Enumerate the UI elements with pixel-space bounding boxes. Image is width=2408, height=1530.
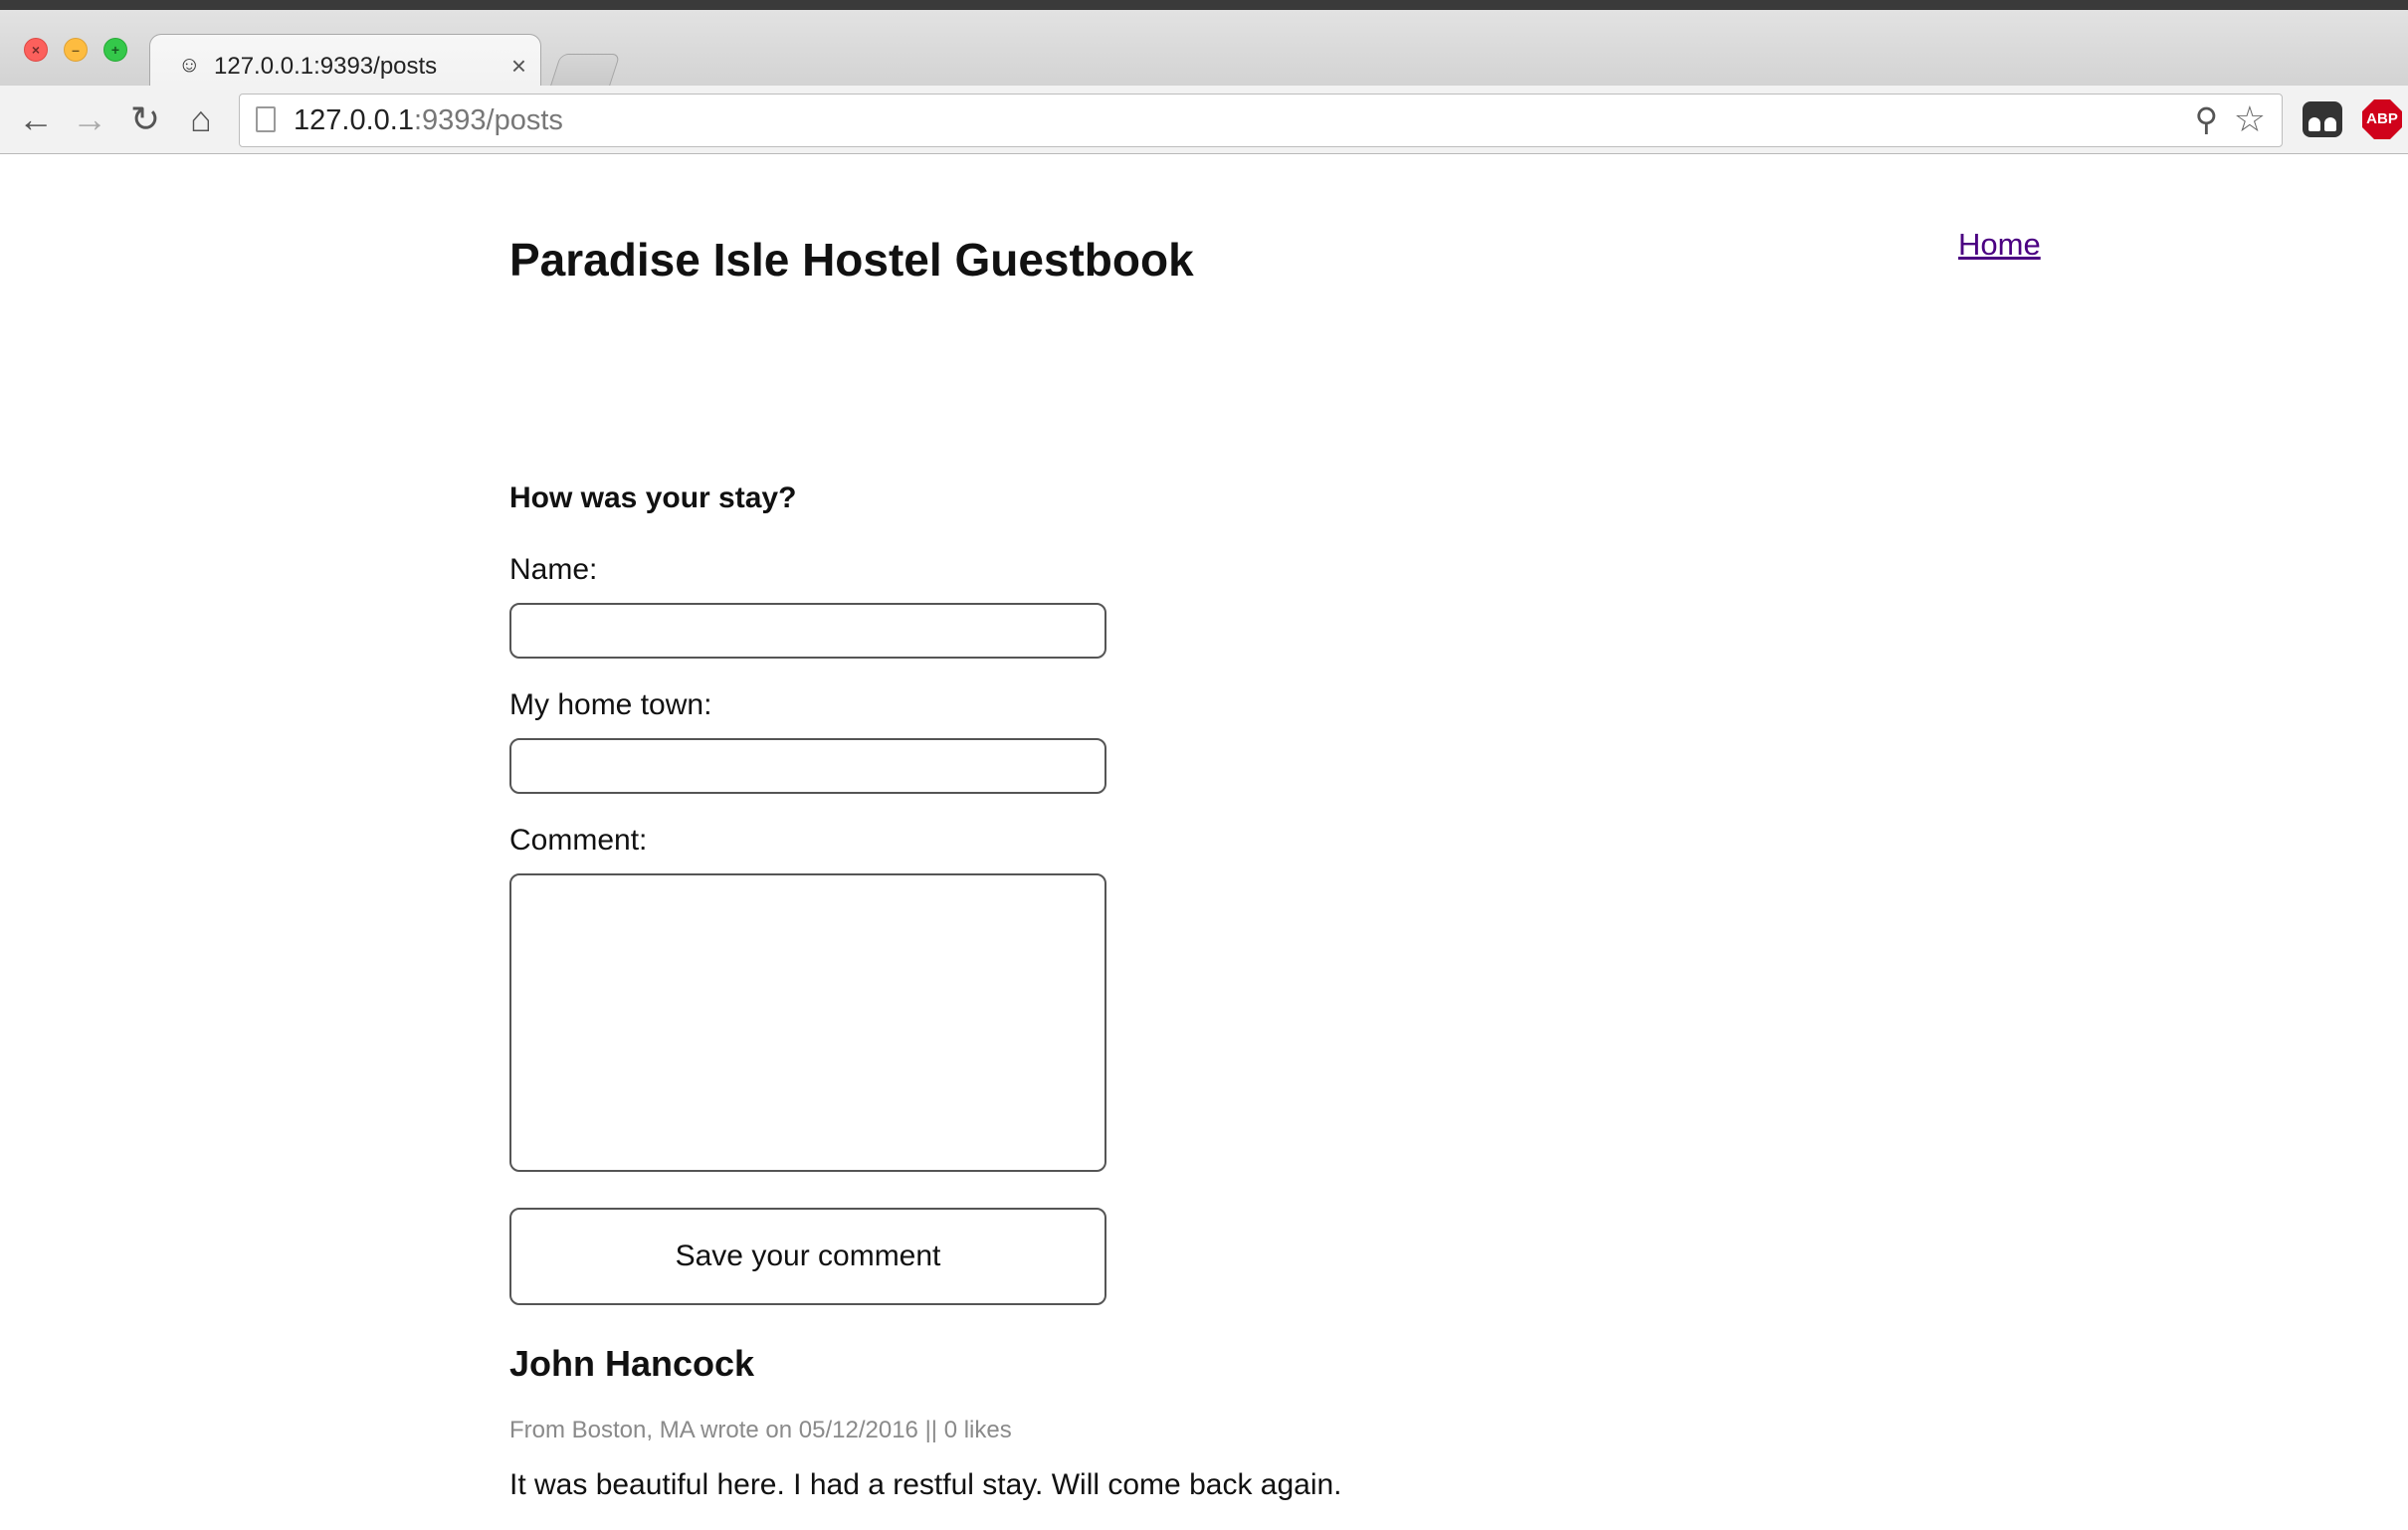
hometown-input[interactable] <box>509 738 1106 794</box>
menu-bar-edge <box>0 0 2408 10</box>
favicon-icon: ☺ <box>178 52 201 77</box>
url-path: :9393/posts <box>413 104 563 136</box>
page-title: Paradise Isle Hostel Guestbook <box>509 234 1194 286</box>
hometown-label: My home town: <box>509 688 712 721</box>
comment-label: Comment: <box>509 824 648 857</box>
name-label: Name: <box>509 553 598 586</box>
close-window-icon[interactable]: × <box>24 38 48 62</box>
name-input[interactable] <box>509 603 1106 659</box>
address-url[interactable]: 127.0.0.1:9393/posts <box>294 104 563 137</box>
home-link[interactable]: Home <box>1958 227 2041 263</box>
adblock-icon[interactable]: ABP <box>2362 99 2402 139</box>
reload-icon[interactable]: ↻ <box>125 99 165 139</box>
tab-title: 127.0.0.1:9393/posts <box>214 53 438 80</box>
save-comment-button[interactable]: Save your comment <box>509 1208 1106 1305</box>
home-icon[interactable]: ⌂ <box>181 99 221 139</box>
post-meta: From Boston, MA wrote on 05/12/2016 || 0… <box>509 1417 1012 1443</box>
address-bar[interactable]: 127.0.0.1:9393/posts ⚲ ☆ <box>239 94 2283 147</box>
tab-strip: × – + ☺ 127.0.0.1:9393/posts × <box>0 10 2408 96</box>
ghostery-icon[interactable] <box>2303 101 2342 137</box>
page-content: Paradise Isle Hostel Guestbook Home How … <box>0 153 2408 1530</box>
back-icon[interactable]: ← <box>16 99 56 139</box>
forward-icon[interactable]: → <box>70 99 109 139</box>
browser-toolbar: ← → ↻ ⌂ 127.0.0.1:9393/posts ⚲ ☆ <box>0 86 2408 154</box>
browser-chrome: × – + ☺ 127.0.0.1:9393/posts × ← → ↻ ⌂ 1… <box>0 0 2408 154</box>
tab-close-icon[interactable]: × <box>511 51 526 82</box>
form-heading: How was your stay? <box>509 481 797 514</box>
post-body: It was beautiful here. I had a restful s… <box>509 1468 1342 1501</box>
page-icon <box>256 106 276 132</box>
minimize-window-icon[interactable]: – <box>64 38 88 62</box>
post-author: John Hancock <box>509 1343 755 1384</box>
star-icon[interactable]: ☆ <box>2234 98 2266 140</box>
maximize-window-icon[interactable]: + <box>103 38 127 62</box>
url-host: 127.0.0.1 <box>294 104 414 136</box>
comment-textarea[interactable] <box>509 873 1106 1172</box>
search-icon[interactable]: ⚲ <box>2195 100 2218 138</box>
new-tab-button[interactable] <box>549 54 621 88</box>
